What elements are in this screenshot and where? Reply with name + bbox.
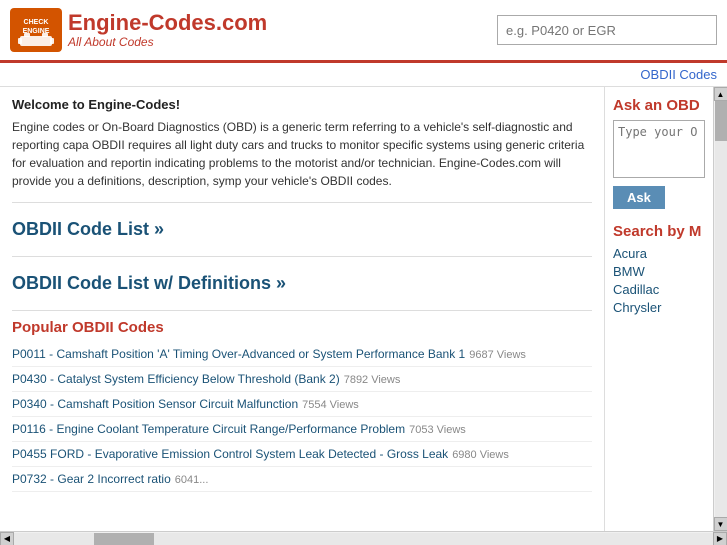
- hscroll-track[interactable]: [14, 533, 713, 545]
- code-link[interactable]: P0455 FORD - Evaporative Emission Contro…: [12, 447, 448, 461]
- code-list-1-link[interactable]: OBDII Code List »: [12, 211, 592, 248]
- table-row: P0455 FORD - Evaporative Emission Contro…: [12, 442, 592, 467]
- scroll-up-arrow[interactable]: ▲: [714, 87, 727, 101]
- code-list-2-link[interactable]: OBDII Code List w/ Definitions »: [12, 265, 592, 302]
- divider-2: [12, 256, 592, 257]
- logo-text-area: Engine-Codes.com All About Codes: [68, 11, 267, 49]
- hscroll-thumb[interactable]: [94, 533, 154, 545]
- svg-text:CHECK: CHECK: [24, 19, 49, 26]
- horizontal-scrollbar[interactable]: ◀ ▶: [0, 531, 727, 545]
- code-views: 6041...: [175, 474, 209, 486]
- ask-obd-title: Ask an OBD: [613, 97, 705, 114]
- table-row: P0116 - Engine Coolant Temperature Circu…: [12, 417, 592, 442]
- scroll-track[interactable]: [715, 101, 727, 517]
- popular-codes-title: Popular OBDII Codes: [12, 319, 592, 336]
- hscroll-right-arrow[interactable]: ▶: [713, 532, 727, 545]
- vertical-scrollbar[interactable]: ▲ ▼: [713, 87, 727, 531]
- search-by-make-title: Search by M: [613, 223, 705, 240]
- table-row: P0011 - Camshaft Position 'A' Timing Ove…: [12, 342, 592, 367]
- search-input[interactable]: [497, 15, 717, 45]
- ask-textarea[interactable]: [613, 120, 705, 178]
- logo-area: CHECK ENGINE Engine-Codes.com All About …: [10, 8, 497, 52]
- table-row: P0430 - Catalyst System Efficiency Below…: [12, 367, 592, 392]
- make-link[interactable]: BMW: [613, 264, 705, 279]
- main-content: Welcome to Engine-Codes! Engine codes or…: [0, 87, 605, 531]
- code-views: 6980 Views: [452, 449, 509, 461]
- welcome-title: Welcome to Engine-Codes!: [12, 97, 592, 112]
- hscroll-left-arrow[interactable]: ◀: [0, 532, 14, 545]
- divider-3: [12, 310, 592, 311]
- code-views: 7554 Views: [302, 399, 359, 411]
- code-views: 9687 Views: [469, 349, 526, 361]
- codes-list: P0011 - Camshaft Position 'A' Timing Ove…: [12, 342, 592, 492]
- table-row: P0732 - Gear 2 Incorrect ratio 6041...: [12, 467, 592, 492]
- sidebar: Ask an OBD Ask Search by M Acura BMW Cadil…: [605, 87, 713, 531]
- check-engine-icon: CHECK ENGINE: [10, 8, 62, 52]
- divider-1: [12, 202, 592, 203]
- nav-bar: OBDII Codes: [0, 63, 727, 87]
- intro-text: Engine codes or On-Board Diagnostics (OB…: [12, 118, 592, 190]
- code-link[interactable]: P0430 - Catalyst System Efficiency Below…: [12, 372, 340, 386]
- make-link[interactable]: Cadillac: [613, 282, 705, 297]
- code-views: 7892 Views: [344, 374, 401, 386]
- search-area: [497, 15, 717, 45]
- header: CHECK ENGINE Engine-Codes.com All About …: [0, 0, 727, 63]
- makes-list: Acura BMW Cadillac Chrysler: [613, 246, 705, 315]
- code-link[interactable]: P0732 - Gear 2 Incorrect ratio: [12, 472, 171, 486]
- ask-button[interactable]: Ask: [613, 186, 665, 209]
- code-link[interactable]: P0116 - Engine Coolant Temperature Circu…: [12, 422, 405, 436]
- scroll-down-arrow[interactable]: ▼: [714, 517, 727, 531]
- table-row: P0340 - Camshaft Position Sensor Circuit…: [12, 392, 592, 417]
- code-views: 7053 Views: [409, 424, 466, 436]
- obdii-codes-nav-link[interactable]: OBDII Codes: [640, 67, 717, 82]
- code-link[interactable]: P0340 - Camshaft Position Sensor Circuit…: [12, 397, 298, 411]
- make-link[interactable]: Chrysler: [613, 300, 705, 315]
- code-link[interactable]: P0011 - Camshaft Position 'A' Timing Ove…: [12, 347, 465, 361]
- make-link[interactable]: Acura: [613, 246, 705, 261]
- logo-title: Engine-Codes.com: [68, 11, 267, 35]
- logo-subtitle: All About Codes: [68, 35, 267, 49]
- scroll-thumb[interactable]: [715, 101, 727, 141]
